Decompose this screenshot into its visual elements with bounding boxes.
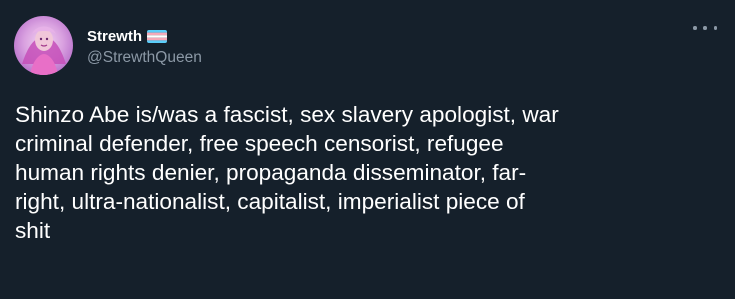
display-name-row: Strewth	[87, 26, 202, 46]
tweet-card: Strewth @StrewthQueen Shinzo Abe is/was …	[0, 0, 735, 299]
avatar[interactable]	[14, 16, 73, 75]
tweet-text: Shinzo Abe is/was a fascist, sex slavery…	[15, 102, 559, 243]
dot	[703, 26, 707, 30]
dot	[713, 26, 717, 30]
avatar-image	[14, 16, 73, 75]
author-handle[interactable]: @StrewthQueen	[87, 49, 202, 67]
dot	[693, 26, 697, 30]
author-names: Strewth @StrewthQueen	[87, 16, 202, 67]
tweet-header: Strewth @StrewthQueen	[14, 16, 721, 76]
transgender-flag-icon	[147, 29, 168, 43]
display-name[interactable]: Strewth	[87, 28, 142, 45]
more-options-icon[interactable]	[693, 22, 717, 34]
